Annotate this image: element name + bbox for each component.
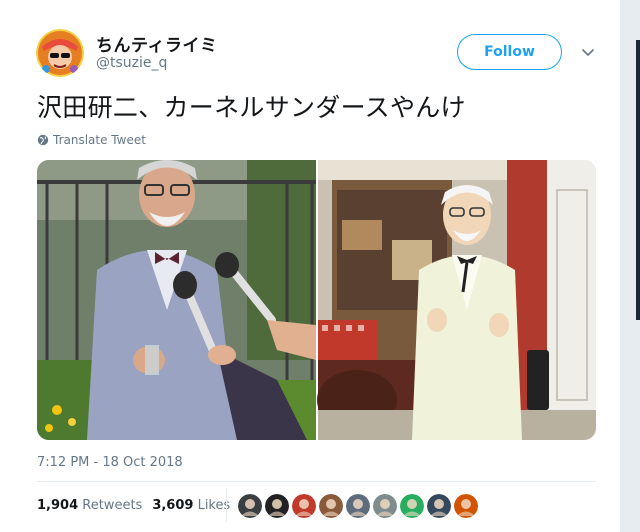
likes-count: 3,609 (152, 498, 194, 513)
liker-avatar-8[interactable] (427, 494, 451, 518)
media-photo-right[interactable] (317, 160, 596, 440)
liker-avatars (238, 494, 478, 518)
liker-avatar-7[interactable] (400, 494, 424, 518)
background-photo-edge (636, 40, 640, 320)
follow-button[interactable]: Follow (457, 34, 562, 70)
display-name[interactable]: ちんティライミ (96, 31, 217, 56)
retweets-label: Retweets (82, 498, 143, 513)
retweets-count: 1,904 (37, 498, 79, 513)
stats-separator (226, 488, 227, 522)
tweet-text: 沢田研二、カーネルサンダースやんけ (37, 93, 466, 122)
liker-avatar-5[interactable] (346, 494, 370, 518)
tweet-card: ちんティライミ @tsuzie_q Follow 沢田研二、カーネルサンダースや… (0, 0, 620, 532)
liker-avatar-6[interactable] (373, 494, 397, 518)
liker-avatar-1[interactable] (238, 494, 262, 518)
divider (37, 481, 596, 482)
liker-avatar-3[interactable] (292, 494, 316, 518)
likes-stat[interactable]: 3,609 Likes (152, 498, 230, 513)
tweet-stats: 1,904 Retweets 3,609 Likes (37, 498, 230, 513)
chevron-down-icon[interactable] (580, 44, 596, 60)
media-photo-left[interactable] (37, 160, 316, 440)
tweet-timestamp[interactable]: 7:12 PM - 18 Oct 2018 (37, 455, 183, 470)
user-avatar[interactable] (36, 29, 84, 77)
liker-avatar-4[interactable] (319, 494, 343, 518)
username[interactable]: @tsuzie_q (96, 55, 167, 71)
retweets-stat[interactable]: 1,904 Retweets (37, 498, 142, 513)
tweet-media[interactable] (37, 160, 596, 440)
background-strip (620, 0, 640, 532)
liker-avatar-2[interactable] (265, 494, 289, 518)
liker-avatar-9[interactable] (454, 494, 478, 518)
translate-tweet-link[interactable]: Translate Tweet (37, 133, 146, 147)
translate-label[interactable]: Translate Tweet (53, 133, 146, 147)
globe-icon (37, 134, 49, 146)
